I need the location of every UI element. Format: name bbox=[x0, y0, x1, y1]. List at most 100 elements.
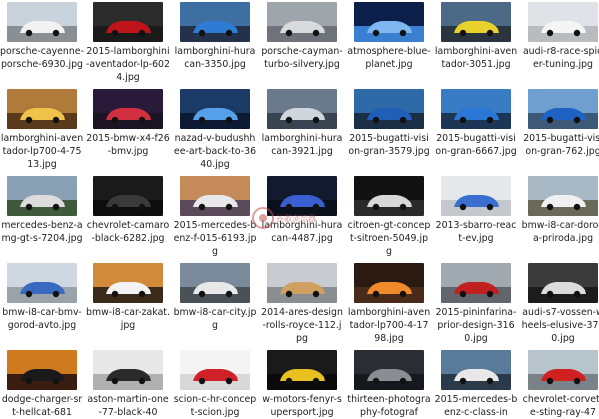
file-name: bmw-i8-car-bmv-gorod-avto.jpg bbox=[2, 307, 82, 331]
file-thumbnail[interactable] bbox=[441, 350, 511, 390]
car-image-thumbnail bbox=[528, 176, 598, 216]
file-name: 2014-ares-design-rolls-royce-112.jpg bbox=[261, 307, 343, 344]
file-name: chevrolet-corvette-sting-ray-47 bbox=[522, 394, 599, 418]
file-thumbnail[interactable] bbox=[528, 350, 598, 390]
file-thumbnail[interactable] bbox=[354, 2, 424, 42]
file-thumbnail[interactable] bbox=[180, 176, 250, 216]
car-image-thumbnail bbox=[528, 263, 598, 303]
file-name: aston-martin-one-77-black-40 bbox=[87, 394, 169, 418]
file-name: lamborghini-aventador-3051.jpg bbox=[434, 46, 518, 70]
file-thumbnail[interactable] bbox=[528, 2, 598, 42]
file-thumbnail[interactable] bbox=[7, 2, 77, 42]
car-image-thumbnail bbox=[93, 176, 163, 216]
file-thumbnail[interactable] bbox=[441, 263, 511, 303]
file-name: 2015-pininfarina-prior-design-3160.jpg bbox=[435, 307, 517, 344]
car-image-thumbnail bbox=[93, 350, 163, 390]
file-thumbnail[interactable] bbox=[180, 2, 250, 42]
car-image-thumbnail bbox=[267, 2, 337, 42]
file-name: nazad-v-budushhee-art-back-to-3640.jpg bbox=[173, 133, 257, 170]
car-image-thumbnail bbox=[7, 176, 77, 216]
file-name: lamborghini-aventador-lp700-4-7513.jpg bbox=[0, 133, 84, 170]
car-image-thumbnail bbox=[7, 2, 77, 42]
car-image-thumbnail bbox=[180, 176, 250, 216]
car-image-thumbnail bbox=[7, 350, 77, 390]
file-name: bmw-i8-car-doroga-priroda.jpg bbox=[521, 220, 599, 244]
file-name: lamborghini-huracan-3921.jpg bbox=[261, 133, 343, 157]
file-thumbnail[interactable] bbox=[354, 350, 424, 390]
file-name: 2015-bugatti-vision-gran-3579.jpg bbox=[348, 133, 430, 157]
file-name: atmosphere-blue-planet.jpg bbox=[347, 46, 431, 70]
file-name: citroen-gt-concept-sitroen-5049.jpg bbox=[347, 220, 431, 257]
car-image-thumbnail bbox=[267, 89, 337, 129]
file-thumbnail[interactable] bbox=[441, 2, 511, 42]
file-name: bmw-i8-car-zakat.jpg bbox=[86, 307, 170, 331]
file-name: chevrolet-camaro-black-6282.jpg bbox=[86, 220, 170, 244]
file-thumbnail[interactable] bbox=[93, 350, 163, 390]
file-thumbnail[interactable] bbox=[93, 263, 163, 303]
car-image-thumbnail bbox=[354, 2, 424, 42]
file-name: 2013-sbarro-react-ev.jpg bbox=[435, 220, 517, 244]
car-image-thumbnail bbox=[180, 89, 250, 129]
file-name: audi-r8-race-spider-tuning.jpg bbox=[522, 46, 599, 70]
car-image-thumbnail bbox=[528, 2, 598, 42]
file-thumbnail[interactable] bbox=[267, 2, 337, 42]
file-thumbnail[interactable] bbox=[7, 263, 77, 303]
car-image-thumbnail bbox=[441, 2, 511, 42]
car-image-thumbnail bbox=[93, 263, 163, 303]
file-thumbnail[interactable] bbox=[354, 89, 424, 129]
file-thumbnail[interactable] bbox=[7, 176, 77, 216]
file-name: 2015-bugatti-vision-gran-6667.jpg bbox=[435, 133, 517, 157]
file-name: 2015-lamborghini-aventador-lp-6024.jpg bbox=[86, 46, 170, 83]
car-image-thumbnail bbox=[180, 350, 250, 390]
file-thumbnail[interactable] bbox=[528, 263, 598, 303]
car-image-thumbnail bbox=[93, 89, 163, 129]
car-image-thumbnail bbox=[7, 263, 77, 303]
file-thumbnail[interactable] bbox=[267, 263, 337, 303]
car-image-thumbnail bbox=[93, 2, 163, 42]
car-image-thumbnail bbox=[354, 176, 424, 216]
file-thumbnail[interactable] bbox=[7, 350, 77, 390]
car-image-thumbnail bbox=[267, 176, 337, 216]
car-image-thumbnail bbox=[267, 263, 337, 303]
car-image-thumbnail bbox=[441, 263, 511, 303]
file-name: scion-c-hr-concept-scion.jpg bbox=[173, 394, 257, 418]
file-name: mercedes-benz-amg-gt-s-7204.jpg bbox=[1, 220, 83, 244]
file-thumbnail[interactable] bbox=[528, 89, 598, 129]
file-thumbnail[interactable] bbox=[93, 176, 163, 216]
file-name: thirteen-photography-fotograf bbox=[347, 394, 431, 418]
file-thumbnail[interactable] bbox=[180, 89, 250, 129]
car-image-thumbnail bbox=[441, 89, 511, 129]
file-thumbnail[interactable] bbox=[7, 89, 77, 129]
car-image-thumbnail bbox=[528, 89, 598, 129]
file-name: porsche-cayenne-porsche-6930.jpg bbox=[0, 46, 84, 70]
file-name: 2015-mercedes-benz-c-class-in bbox=[434, 394, 518, 418]
car-image-thumbnail bbox=[180, 2, 250, 42]
car-image-thumbnail bbox=[441, 176, 511, 216]
file-name: bmw-i8-car-city.jpg bbox=[173, 307, 257, 331]
car-image-thumbnail bbox=[354, 89, 424, 129]
file-thumbnail[interactable] bbox=[93, 89, 163, 129]
file-thumbnail[interactable] bbox=[267, 176, 337, 216]
file-thumbnail[interactable] bbox=[354, 176, 424, 216]
file-thumbnail[interactable] bbox=[354, 263, 424, 303]
file-thumbnail[interactable] bbox=[93, 2, 163, 42]
file-name: lamborghini-huracan-4487.jpg bbox=[261, 220, 343, 244]
file-thumbnail[interactable] bbox=[180, 350, 250, 390]
file-name: 2015-bmw-x4-f26-bmv.jpg bbox=[86, 133, 170, 157]
file-thumbnail[interactable] bbox=[441, 89, 511, 129]
file-thumbnail[interactable] bbox=[180, 263, 250, 303]
car-image-thumbnail bbox=[267, 350, 337, 390]
car-image-thumbnail bbox=[7, 89, 77, 129]
car-image-thumbnail bbox=[354, 350, 424, 390]
file-thumbnail[interactable] bbox=[441, 176, 511, 216]
file-thumbnail[interactable] bbox=[267, 89, 337, 129]
file-grid: porsche-cayenne-porsche-6930.jpg 2015-lam… bbox=[0, 0, 599, 418]
file-name: porsche-cayman-turbo-silvery.jpg bbox=[261, 46, 343, 70]
file-name: 2015-bugatti-vision-gran-762.jpg bbox=[523, 133, 599, 157]
file-thumbnail[interactable] bbox=[528, 176, 598, 216]
file-name: lamborghini-aventador-lp700-4-1798.jpg bbox=[347, 307, 431, 344]
file-thumbnail[interactable] bbox=[267, 350, 337, 390]
car-image-thumbnail bbox=[528, 350, 598, 390]
file-name: 2015-mercedes-benz-f-015-6193.jpg bbox=[173, 220, 257, 257]
car-image-thumbnail bbox=[441, 350, 511, 390]
